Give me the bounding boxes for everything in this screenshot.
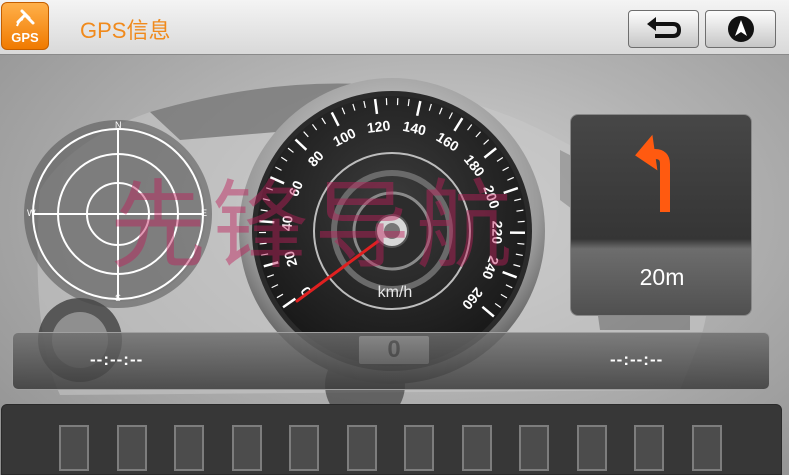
speed-tick-label: 220 <box>489 221 505 245</box>
compass-east-label: E <box>201 208 208 218</box>
compass-north-label: N <box>115 120 122 130</box>
speed-unit-label: km/h <box>377 284 413 301</box>
speed-tick <box>517 220 525 223</box>
gps-logo: GPS <box>1 2 49 50</box>
satellite-signal-bar <box>404 425 434 471</box>
satellite-signal-bar <box>174 425 204 471</box>
speed-tick <box>259 219 275 224</box>
satellite-icon <box>16 9 35 27</box>
gps-info-screen: GPS GPS信息 N S E W 0 20 40 60 80 100 120 … <box>0 0 789 475</box>
turn-left-arrow-icon <box>635 134 670 212</box>
navigation-arrow-icon <box>728 16 754 42</box>
compass-south-label: S <box>115 293 122 303</box>
satellite-signal-bar <box>692 425 722 471</box>
speed-tick-label: 40 <box>278 215 295 232</box>
satellite-signal-bar <box>519 425 549 471</box>
satellite-signal-bar <box>232 425 262 471</box>
satellite-signal-bar <box>577 425 607 471</box>
satellite-signal-bar <box>117 425 147 471</box>
time-right: --:--:-- <box>610 350 664 369</box>
back-arrow-icon <box>647 17 682 38</box>
page-title: GPS信息 <box>80 18 171 43</box>
title-bar: GPS GPS信息 <box>0 0 789 55</box>
satellite-signal-bar <box>347 425 377 471</box>
logo-label: GPS <box>11 30 39 45</box>
speed-tick <box>259 242 267 245</box>
speed-tick <box>517 242 525 245</box>
time-left: --:--:-- <box>90 350 144 369</box>
satellite-signal-bar <box>59 425 89 471</box>
compass-west-label: W <box>27 208 36 218</box>
satellite-signal-bar <box>462 425 492 471</box>
turn-distance: 20m <box>639 264 685 290</box>
satellite-signal-bar <box>634 425 664 471</box>
back-button[interactable] <box>628 10 699 48</box>
compass <box>24 120 212 308</box>
speed-tick-label: 120 <box>366 117 391 136</box>
navigate-button[interactable] <box>705 10 776 48</box>
satellite-signal-bar <box>289 425 319 471</box>
